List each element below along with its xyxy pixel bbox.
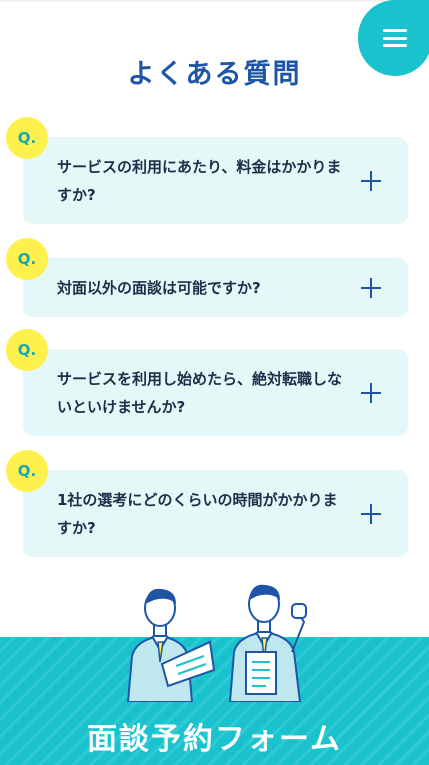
faq-question: 1社の選考にどのくらいの時間がかかりますか? [57,490,338,537]
section-title: よくある質問 [123,52,306,93]
question-badge: Q. [6,238,48,280]
faq-question: サービスの利用にあたり、料金はかかりますか? [57,157,342,204]
question-badge: Q. [6,450,48,492]
plus-icon[interactable] [361,382,381,403]
faq-section-header: よくある質問 [0,52,429,93]
consultants-illustration [126,584,307,702]
hamburger-icon [383,29,407,47]
reservation-form-title[interactable]: 面談予約フォーム [0,714,429,758]
person-right-figure [228,584,307,702]
question-badge: Q. [6,117,48,159]
faq-item[interactable]: Q. サービスを利用し始めたら、絶対転職しないといけませんか? [6,329,408,436]
top-divider [0,0,429,2]
person-left-figure [126,588,216,702]
faq-question: サービスを利用し始めたら、絶対転職しないといけませんか? [57,369,343,416]
plus-icon[interactable] [361,503,381,524]
plus-icon[interactable] [361,170,381,191]
faq-item[interactable]: Q. 対面以外の面談は可能ですか? [6,238,408,317]
faq-question: 対面以外の面談は可能ですか? [57,278,261,297]
question-badge: Q. [6,329,48,371]
faq-item[interactable]: Q. サービスの利用にあたり、料金はかかりますか? [6,117,408,224]
plus-icon[interactable] [361,277,381,298]
faq-item[interactable]: Q. 1社の選考にどのくらいの時間がかかりますか? [6,450,408,557]
